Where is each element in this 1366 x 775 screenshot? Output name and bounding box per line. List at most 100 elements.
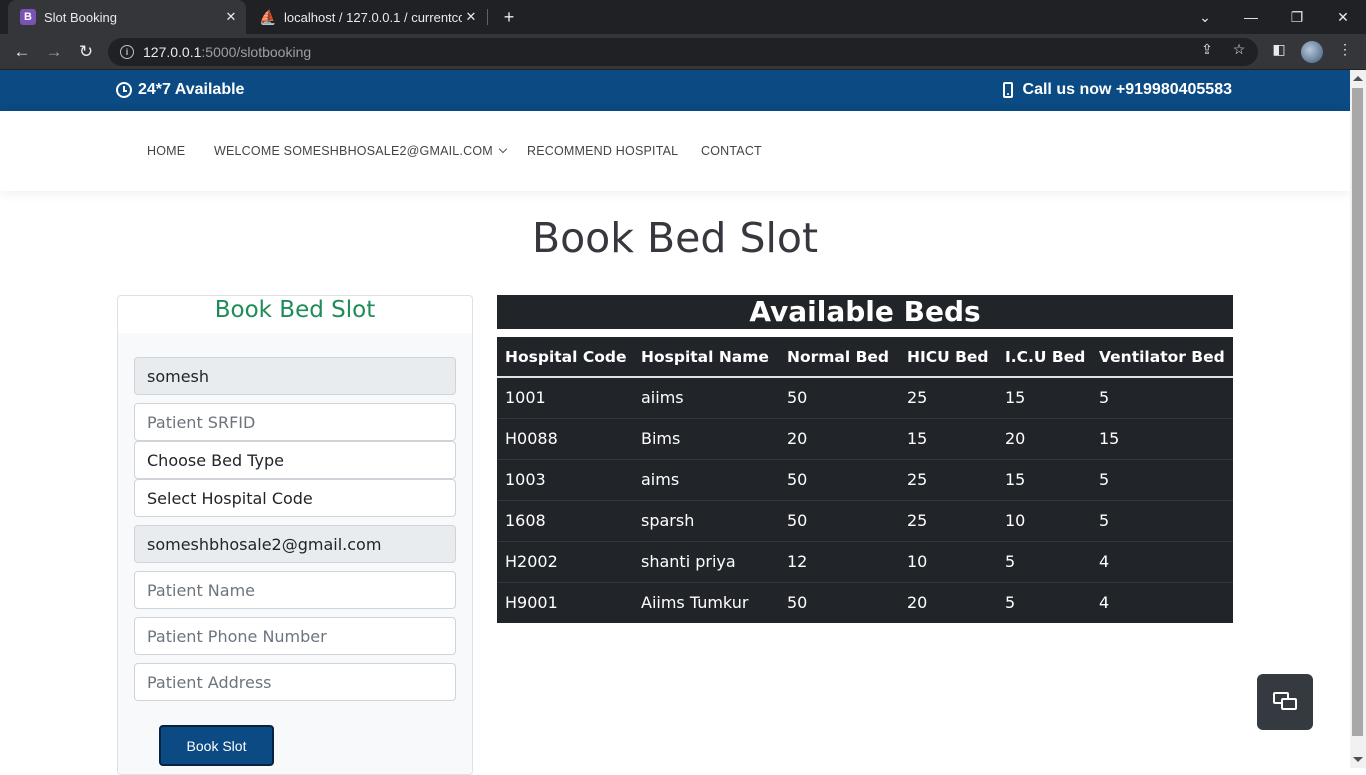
table-cell: 5	[1091, 499, 1233, 541]
table-cell: aiims	[633, 376, 779, 418]
table-cell: 15	[997, 376, 1091, 418]
availability-text: 24*7 Available	[138, 81, 245, 98]
phpmyadmin-favicon-icon: ⛵	[259, 8, 277, 25]
close-tab-icon[interactable]: ✕	[222, 8, 240, 26]
nav-welcome-label: WELCOME SOMESHBHOSALE2@GMAIL.COM	[214, 144, 493, 158]
nav-welcome-dropdown[interactable]: WELCOME SOMESHBHOSALE2@GMAIL.COM	[214, 144, 508, 158]
table-row: H2002 shanti priya 12 10 5 4	[497, 540, 1233, 582]
new-tab-plus-icon[interactable]: +	[497, 5, 521, 29]
restore-window-icon[interactable]: ❐	[1274, 0, 1320, 34]
email-field[interactable]: someshbhosale2@gmail.com	[134, 525, 456, 563]
table-cell: 15	[997, 458, 1091, 500]
nav-home-label: HOME	[147, 144, 186, 158]
chevron-down-icon	[498, 144, 508, 154]
close-window-icon[interactable]: ✕	[1320, 0, 1366, 34]
phone-icon	[1002, 82, 1013, 98]
reload-icon[interactable]: ↻	[74, 40, 98, 64]
tab-title: Slot Booking	[44, 9, 117, 25]
column-header: HICU Bed	[899, 337, 997, 378]
top-info-bar: 24*7 Available Call us now +919980405583	[0, 70, 1350, 111]
table-cell: 12	[779, 540, 899, 582]
browser-toolbar: ← → ↻ i 127.0.0.1:5000/slotbooking ⇪ ☆ ◧…	[0, 34, 1366, 70]
table-cell: 50	[779, 376, 899, 418]
booking-form-card: Book Bed Slot somesh Patient SRFID Choos…	[117, 295, 473, 775]
form-title: Book Bed Slot	[118, 296, 472, 333]
browser-tab-strip: B Slot Booking ✕ ⛵ localhost / 127.0.0.1…	[0, 0, 1366, 34]
table-cell: 25	[899, 376, 997, 418]
table-cell: 20	[997, 417, 1091, 459]
table-cell: 25	[899, 458, 997, 500]
table-cell: Aiims Tumkur	[633, 581, 779, 623]
table-cell: H2002	[497, 540, 633, 582]
table-header-row: Hospital Code Hospital Name Normal Bed H…	[497, 337, 1233, 378]
username-field[interactable]: somesh	[134, 357, 456, 395]
table-cell: sparsh	[633, 499, 779, 541]
table-row: 1001 aiims 50 25 15 5	[497, 376, 1233, 418]
call-info: Call us now +919980405583	[1002, 81, 1232, 99]
table-cell: 5	[1091, 458, 1233, 500]
table-cell: 25	[899, 499, 997, 541]
column-header: Hospital Name	[633, 337, 779, 378]
table-cell: 4	[1091, 581, 1233, 623]
page-title: Book Bed Slot	[531, 214, 819, 262]
table-row: 1003 aims 50 25 15 5	[497, 458, 1233, 500]
main-navigation: HOME WELCOME SOMESHBHOSALE2@GMAIL.COM RE…	[0, 111, 1350, 191]
url-host: 127.0.0.1	[143, 44, 202, 60]
column-header: Ventilator Bed	[1091, 337, 1233, 378]
tab-title: localhost / 127.0.0.1 / currentcov	[284, 9, 462, 25]
available-beds-table: Hospital Code Hospital Name Normal Bed H…	[497, 337, 1233, 623]
table-cell: 20	[899, 581, 997, 623]
table-row: H9001 Aiims Tumkur 50 20 5 4	[497, 581, 1233, 623]
tab-search-chevron-icon[interactable]: ⌄	[1182, 0, 1228, 34]
book-slot-button[interactable]: Book Slot	[159, 725, 274, 766]
available-beds-title: Available Beds	[497, 295, 1233, 329]
call-text: Call us now +919980405583	[1022, 81, 1232, 98]
table-cell: shanti priya	[633, 540, 779, 582]
patient-address-input[interactable]: Patient Address	[134, 663, 456, 701]
table-cell: 1608	[497, 499, 633, 541]
scrollbar-thumb[interactable]	[1352, 88, 1363, 736]
forward-arrow-icon[interactable]: →	[42, 40, 66, 64]
nav-recommend-hospital[interactable]: RECOMMEND HOSPITAL	[527, 144, 678, 158]
table-cell: aims	[633, 458, 779, 500]
site-info-icon[interactable]: i	[120, 45, 134, 59]
table-cell: 5	[1091, 376, 1233, 418]
column-header: Normal Bed	[779, 337, 899, 378]
table-cell: 50	[779, 581, 899, 623]
table-cell: 1001	[497, 376, 633, 418]
scroll-up-arrow-icon[interactable]	[1353, 76, 1363, 81]
table-cell: 20	[779, 417, 899, 459]
table-cell: 10	[899, 540, 997, 582]
table-cell: 5	[997, 540, 1091, 582]
browser-menu-icon[interactable]: ⋮	[1336, 40, 1354, 58]
hospital-code-select[interactable]: Select Hospital Code	[134, 479, 456, 517]
bootstrap-favicon-icon: B	[20, 9, 36, 25]
nav-home[interactable]: HOME	[147, 144, 185, 158]
table-row: H0088 Bims 20 15 20 15	[497, 417, 1233, 459]
table-cell: 4	[1091, 540, 1233, 582]
minimize-window-icon[interactable]: —	[1228, 0, 1274, 34]
table-cell: 15	[899, 417, 997, 459]
nav-contact[interactable]: CONTACT	[701, 144, 762, 158]
back-arrow-icon[interactable]: ←	[10, 40, 34, 64]
tab-phpmyadmin[interactable]: ⛵ localhost / 127.0.0.1 / currentcov ✕	[248, 0, 486, 34]
column-header: I.C.U Bed	[997, 337, 1091, 378]
url-path: :5000/slotbooking	[201, 44, 312, 60]
bookmark-star-icon[interactable]: ☆	[1230, 40, 1248, 58]
bed-type-select[interactable]: Choose Bed Type	[134, 441, 456, 479]
table-row: 1608 sparsh 50 25 10 5	[497, 499, 1233, 541]
chat-widget-button[interactable]	[1257, 674, 1313, 730]
srfid-input[interactable]: Patient SRFID	[134, 403, 456, 441]
scroll-down-arrow-icon[interactable]	[1353, 757, 1363, 762]
patient-name-input[interactable]: Patient Name	[134, 571, 456, 609]
close-tab-icon[interactable]: ✕	[462, 8, 480, 26]
tab-slot-booking[interactable]: B Slot Booking ✕	[8, 0, 246, 34]
table-cell: H9001	[497, 581, 633, 623]
address-bar[interactable]: i 127.0.0.1:5000/slotbooking	[108, 38, 1258, 66]
patient-phone-input[interactable]: Patient Phone Number	[134, 617, 456, 655]
side-panel-icon[interactable]: ◧	[1270, 40, 1288, 58]
profile-avatar[interactable]	[1301, 41, 1323, 63]
share-icon[interactable]: ⇪	[1198, 40, 1216, 58]
table-cell: 5	[997, 581, 1091, 623]
table-cell: H0088	[497, 417, 633, 459]
